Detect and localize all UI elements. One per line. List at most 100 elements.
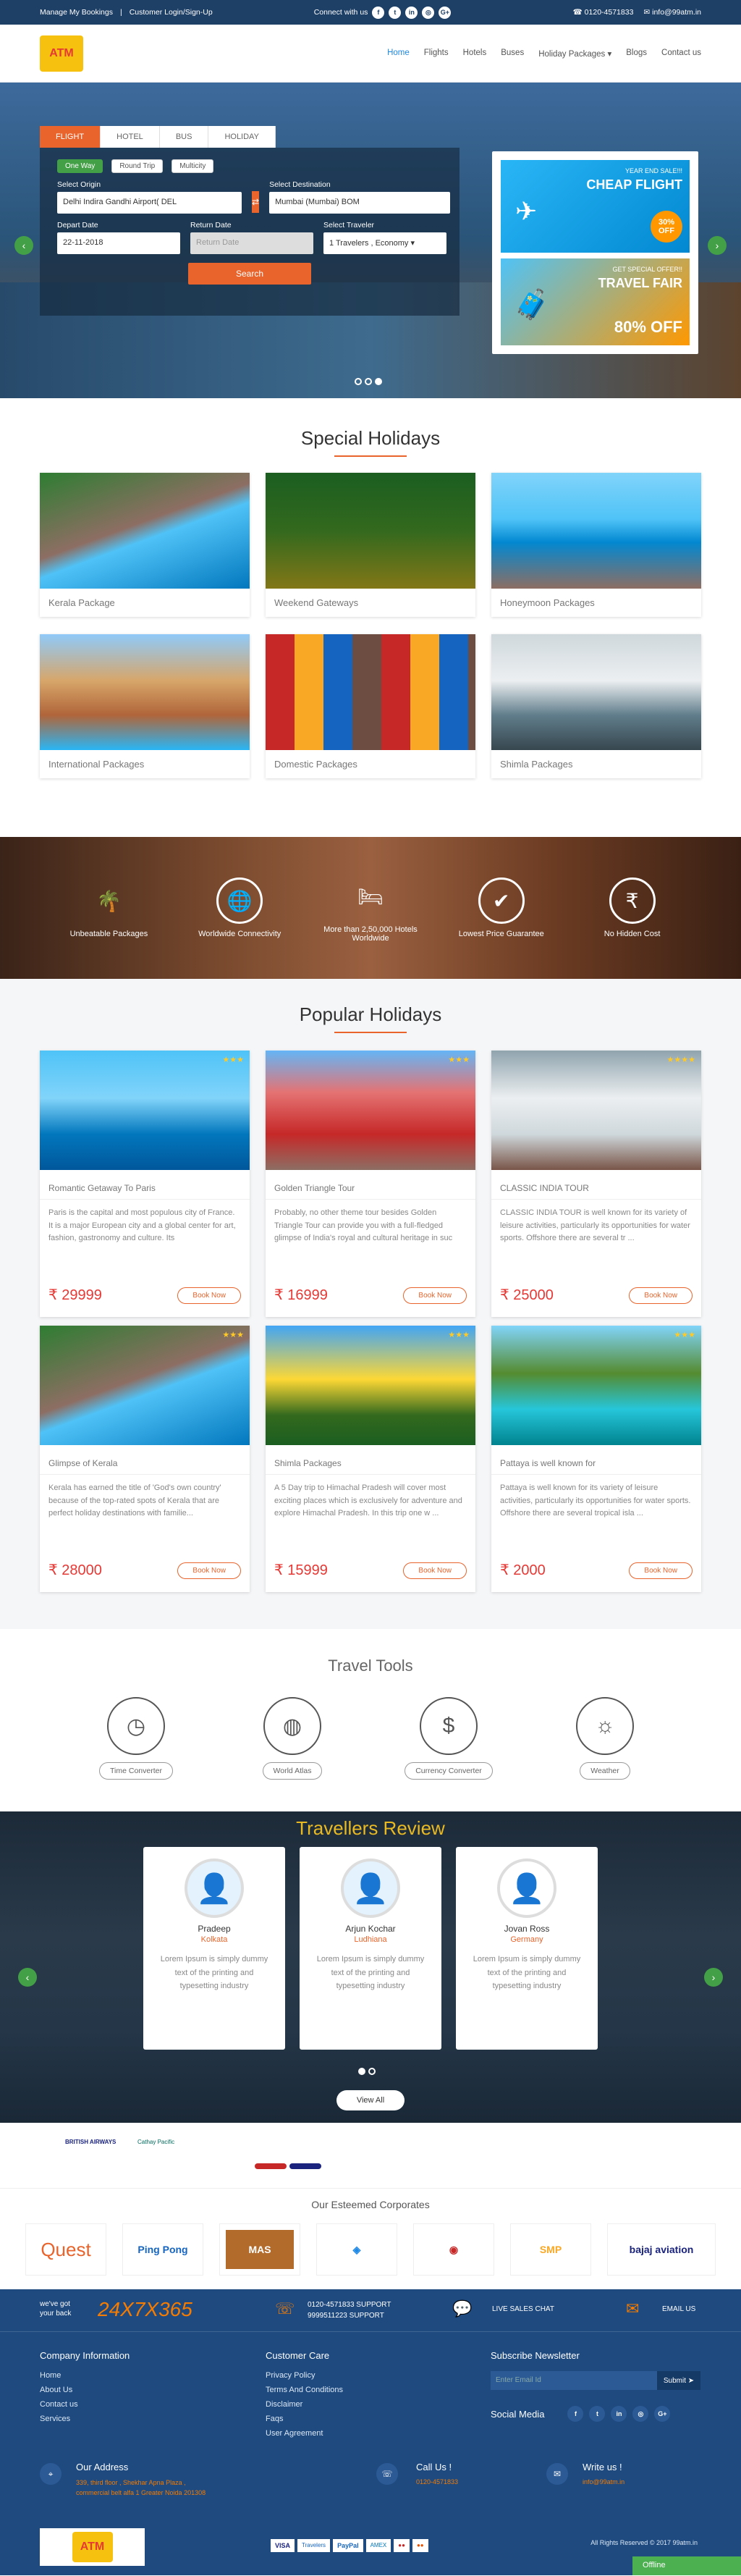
tab-holiday[interactable]: HOLIDAY [208,126,276,148]
instagram-icon[interactable]: ◎ [422,6,435,19]
holiday-card[interactable]: Shimla Packages [491,634,701,778]
book-now-button[interactable]: Book Now [177,1287,241,1304]
depart-date-input[interactable]: 22-11-2018 [57,232,180,254]
review-dot[interactable] [358,2068,365,2075]
travellers-review-section: Travellers Review 👤 Pradeep Kolkata Lorem I… [0,1811,741,2123]
travel-fair-promo[interactable]: GET SPECIAL OFFER!! TRAVEL FAIR 80% OFF … [501,258,690,345]
holiday-card[interactable]: Domestic Packages [266,634,475,778]
package-card[interactable]: ★★★ Romantic Getaway To Paris Paris is the… [40,1051,250,1317]
footer-link[interactable]: Faqs [266,2415,343,2423]
tab-hotel[interactable]: HOTEL [101,126,160,148]
swap-icon[interactable]: ⇄ [252,191,260,213]
offline-chat-widget[interactable]: Offline [632,2556,741,2575]
mail-icon: ✉ [546,2463,568,2485]
package-card[interactable]: ★★★ Shimla Packages A 5 Day trip to Himach… [266,1326,475,1592]
clock-icon[interactable]: ◷ [107,1697,165,1755]
site-logo[interactable]: ATM [40,35,83,72]
multicity-radio[interactable]: Multicity [172,159,214,173]
return-date-input[interactable]: Return Date [190,232,313,254]
book-now-button[interactable]: Book Now [403,1562,467,1579]
nav-home[interactable]: Home [387,49,410,59]
destination-input[interactable]: Mumbai (Mumbai) BOM [269,192,451,214]
package-card[interactable]: ★★★ Golden Triangle Tour Probably, no othe… [266,1051,475,1317]
tab-bus[interactable]: BUS [159,126,209,148]
support-phone-1[interactable]: 0120-4571833 [308,2301,355,2309]
slider-next-icon[interactable]: › [708,236,727,255]
holiday-card[interactable]: Kerala Package [40,473,250,617]
customer-care: Customer Care Privacy Policy Terms And C… [266,2350,343,2438]
cheap-flight-promo[interactable]: YEAR END SALE!!! CHEAP FLIGHT 30% OFF ✈ [501,160,690,253]
footer-link[interactable]: Disclaimer [266,2400,343,2409]
nav-contact[interactable]: Contact us [661,49,701,59]
review-next-icon[interactable]: › [704,1968,723,1987]
facebook-icon[interactable]: f [567,2406,584,2422]
tab-flight[interactable]: FLIGHT [40,126,101,148]
footer-link[interactable]: User Agreement [266,2429,343,2438]
linkedin-icon[interactable]: in [611,2406,627,2422]
view-all-button[interactable]: View All [336,2090,405,2110]
footer-call-link[interactable]: 0120-4571833 [416,2478,458,2485]
phone-icon: ☏ [376,2463,398,2485]
live-chat-link[interactable]: LIVE SALES CHAT [492,2305,554,2313]
currency-converter-button[interactable]: Currency Converter [405,1762,493,1780]
footer-link[interactable]: Services [40,2415,130,2423]
newsletter-email-input[interactable]: Enter Email Id [491,2371,657,2390]
world-atlas-button[interactable]: World Atlas [262,1762,323,1780]
phone-link[interactable]: ☎ 0120-4571833 [573,8,634,17]
nav-flights[interactable]: Flights [424,49,449,59]
slider-dot[interactable] [375,378,382,385]
nav-holiday-packages[interactable]: Holiday Packages ▾ [538,49,611,59]
footer-logo[interactable]: ATM [40,2528,145,2566]
promo-banner[interactable]: YEAR END SALE!!! CHEAP FLIGHT 30% OFF ✈ … [492,151,698,354]
login-link[interactable]: Customer Login/Sign-Up [130,8,213,17]
special-holidays-section: Special Holidays Kerala Package Weekend … [0,398,741,837]
email-us-link[interactable]: EMAIL US [662,2305,695,2313]
globe-icon[interactable]: ◍ [263,1697,321,1755]
footer-link[interactable]: Contact us [40,2400,130,2409]
footer-link[interactable]: Home [40,2371,130,2380]
time-converter-button[interactable]: Time Converter [99,1762,173,1780]
facebook-icon[interactable]: f [372,6,385,19]
footer-link[interactable]: Privacy Policy [266,2371,343,2380]
book-now-button[interactable]: Book Now [629,1562,693,1579]
google-plus-icon[interactable]: G+ [439,6,452,19]
package-card[interactable]: ★★★★ CLASSIC INDIA TOUR CLASSIC INDIA TOUR… [491,1051,701,1317]
footer-link[interactable]: About Us [40,2386,130,2394]
support-phone-2[interactable]: 9999511223 [308,2312,347,2320]
newsletter-submit-button[interactable]: Submit ➤ [657,2371,700,2390]
manage-bookings-link[interactable]: Manage My Bookings [40,8,113,17]
linkedin-icon[interactable]: in [405,6,418,19]
slider-prev-icon[interactable]: ‹ [14,236,33,255]
book-now-button[interactable]: Book Now [177,1562,241,1579]
nav-buses[interactable]: Buses [501,49,524,59]
slider-dot[interactable] [365,378,372,385]
book-now-button[interactable]: Book Now [629,1287,693,1304]
google-plus-icon[interactable]: G+ [654,2406,671,2422]
bed-icon: 🛏 [357,885,384,908]
nav-hotels[interactable]: Hotels [463,49,487,59]
package-card[interactable]: ★★★ Glimpse of Kerala Kerala has earned th… [40,1326,250,1592]
weather-button[interactable]: Weather [580,1762,630,1780]
slider-dot[interactable] [355,378,362,385]
package-card[interactable]: ★★★ Pattaya is well known for Pattaya is w… [491,1326,701,1592]
round-trip-radio[interactable]: Round Trip [111,159,164,173]
holiday-card[interactable]: International Packages [40,634,250,778]
instagram-icon[interactable]: ◎ [632,2406,649,2422]
email-link[interactable]: ✉ info@99atm.in [643,8,701,17]
book-now-button[interactable]: Book Now [403,1287,467,1304]
review-prev-icon[interactable]: ‹ [18,1968,37,1987]
footer-link[interactable]: Terms And Conditions [266,2386,343,2394]
twitter-icon[interactable]: t [589,2406,606,2422]
review-dot[interactable] [368,2068,376,2075]
twitter-icon[interactable]: t [389,6,402,19]
search-button[interactable]: Search [188,263,311,285]
origin-input[interactable]: Delhi Indira Gandhi Airport( DEL [57,192,242,214]
footer-email-link[interactable]: info@99atm.in [583,2478,624,2485]
holiday-card[interactable]: Weekend Gateways [266,473,475,617]
holiday-card[interactable]: Honeymoon Packages [491,473,701,617]
one-way-radio[interactable]: One Way [57,159,103,173]
weather-sun-icon[interactable]: ☼ [576,1697,634,1755]
currency-icon[interactable]: $ [420,1697,478,1755]
traveller-select[interactable]: 1 Travelers , Economy ▾ [323,232,446,254]
nav-blogs[interactable]: Blogs [626,49,647,59]
